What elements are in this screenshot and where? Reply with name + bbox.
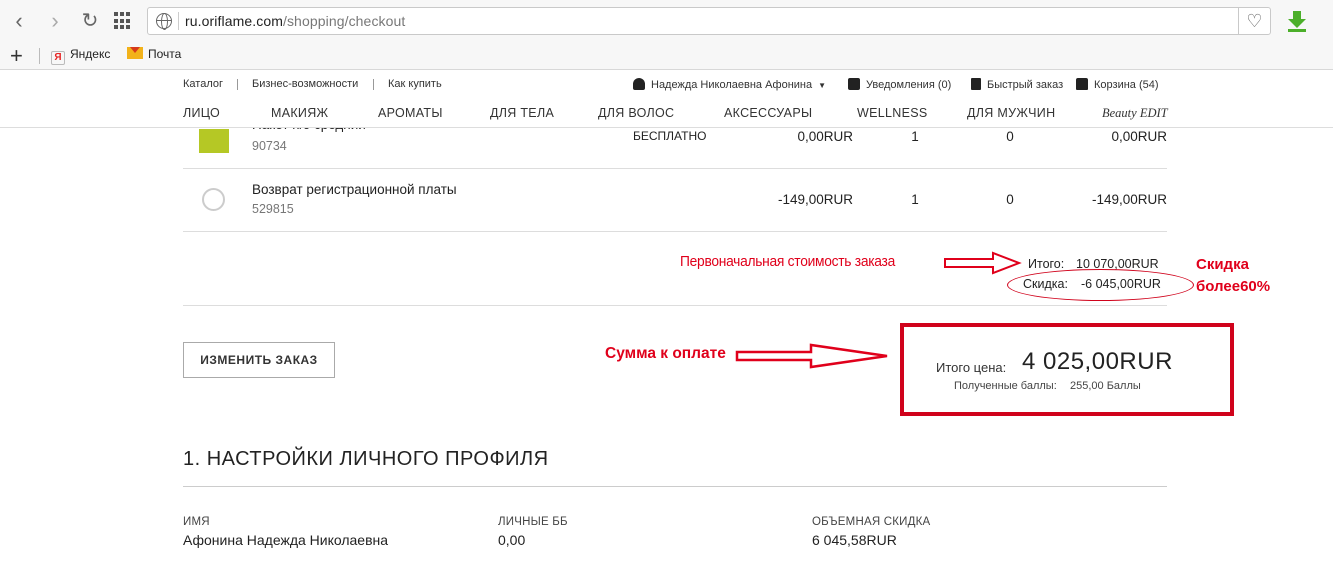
profile-name-value: Афонина Надежда Николаевна xyxy=(183,532,389,548)
product-points: 0 xyxy=(1006,192,1014,207)
nav-face[interactable]: ЛИЦО xyxy=(183,106,220,120)
catalog-link[interactable]: Каталог xyxy=(183,78,223,90)
cart-link[interactable]: Корзина (54) xyxy=(1076,78,1159,91)
url-text[interactable]: ru.oriflame.com/shopping/checkout xyxy=(185,13,405,29)
nav-men[interactable]: ДЛЯ МУЖЧИН xyxy=(967,106,1055,120)
product-total: -149,00RUR xyxy=(1091,192,1167,207)
personal-bb-label: ЛИЧНЫЕ ББ xyxy=(498,516,568,528)
annotation-original-cost: Первоначальная стоимость заказа xyxy=(680,253,895,270)
user-menu[interactable]: Надежда Николаевна Афонина ▼ xyxy=(633,78,826,91)
free-label: БЕСПЛАТНО xyxy=(633,129,707,143)
product-total: 0,00RUR xyxy=(1111,129,1167,144)
globe-icon xyxy=(156,13,172,30)
product-points: 0 xyxy=(1006,129,1014,144)
payment-total-box: Итого цена: 4 025,00RUR Полученные баллы… xyxy=(900,323,1234,416)
business-link[interactable]: Бизнес-возможности xyxy=(252,78,358,90)
total-price-value: 4 025,00RUR xyxy=(1022,348,1173,375)
annotation-discount-line2: более60% xyxy=(1196,278,1271,295)
favorite-heart-icon[interactable]: ♡ xyxy=(1238,8,1270,34)
reload-icon[interactable]: ↻ xyxy=(77,8,103,34)
change-order-button[interactable]: ИЗМЕНИТЬ ЗАКАЗ xyxy=(183,342,335,378)
nav-hair[interactable]: ДЛЯ ВОЛОС xyxy=(598,106,674,120)
product-price: 0,00RUR xyxy=(797,129,853,144)
total-price-label: Итого цена: xyxy=(936,360,1007,375)
product-code: 90734 xyxy=(252,139,287,153)
download-icon[interactable] xyxy=(1286,10,1308,32)
product-qty: 1 xyxy=(911,192,919,207)
yandex-icon: Я xyxy=(51,51,65,65)
discount-highlight-ellipse xyxy=(1007,269,1194,301)
profile-name-label: ИМЯ xyxy=(183,516,210,528)
shopping-bag-icon xyxy=(1076,78,1088,90)
url-domain: ru.oriflame.com xyxy=(185,13,283,29)
nav-accessories[interactable]: АКСЕССУАРЫ xyxy=(724,106,812,120)
bookmark-yandex[interactable]: Я Яндекс xyxy=(51,47,110,65)
points-earned-value: 255,00 Баллы xyxy=(1070,380,1141,392)
product-thumbnail-placeholder xyxy=(202,188,225,211)
notifications-link[interactable]: Уведомления (0) xyxy=(848,78,951,91)
profile-section-title: 1. НАСТРОЙКИ ЛИЧНОГО ПРОФИЛЯ xyxy=(183,448,549,470)
apps-grid-icon[interactable] xyxy=(114,12,134,30)
site-header: Каталог Бизнес-возможности Как купить На… xyxy=(0,70,1333,128)
address-bar[interactable]: ru.oriflame.com/shopping/checkout ♡ xyxy=(147,7,1271,35)
document-icon xyxy=(971,78,981,90)
nav-body[interactable]: ДЛЯ ТЕЛА xyxy=(490,106,554,120)
chevron-down-icon: ▼ xyxy=(818,81,827,90)
nav-fragrance[interactable]: АРОМАТЫ xyxy=(378,106,443,120)
chat-bubble-icon xyxy=(848,78,860,90)
user-icon xyxy=(633,78,645,90)
annotation-amount-to-pay: Сумма к оплате xyxy=(605,345,726,362)
how-to-buy-link[interactable]: Как купить xyxy=(388,78,442,90)
quick-order-link[interactable]: Быстрый заказ xyxy=(971,78,1063,91)
annotation-discount-line1: Скидка xyxy=(1196,256,1249,273)
volume-discount-label: ОБЪЕМНАЯ СКИДКА xyxy=(812,516,931,528)
product-thumbnail[interactable] xyxy=(199,129,229,153)
nav-beauty-edit[interactable]: Beauty EDIT xyxy=(1102,106,1168,121)
product-qty: 1 xyxy=(911,129,919,144)
subtotal-label: Итого: xyxy=(1028,257,1065,271)
back-icon[interactable]: ‹ xyxy=(6,8,32,34)
points-earned-label: Полученные баллы: xyxy=(954,380,1057,392)
bookmarks-bar: + Я Яндекс Почта xyxy=(0,42,1333,70)
url-path: /shopping/checkout xyxy=(282,13,406,29)
personal-bb-value: 0,00 xyxy=(498,532,526,548)
product-code: 529815 xyxy=(252,202,294,216)
nav-makeup[interactable]: МАКИЯЖ xyxy=(271,106,328,120)
product-name[interactable]: Возврат регистрационной платы xyxy=(252,182,457,197)
product-price: -149,00RUR xyxy=(777,192,853,207)
arrow-amount-to-pay-icon xyxy=(735,343,888,369)
volume-discount-value: 6 045,58RUR xyxy=(812,532,897,548)
mail-icon xyxy=(127,47,143,59)
add-bookmark-icon[interactable]: + xyxy=(10,43,23,69)
bookmark-mail[interactable]: Почта xyxy=(127,47,181,61)
nav-wellness[interactable]: WELLNESS xyxy=(857,106,927,120)
arrow-original-cost-icon xyxy=(944,251,1022,275)
forward-icon[interactable]: › xyxy=(42,8,68,34)
browser-toolbar: ‹ › ↻ ru.oriflame.com/shopping/checkout … xyxy=(0,0,1333,42)
